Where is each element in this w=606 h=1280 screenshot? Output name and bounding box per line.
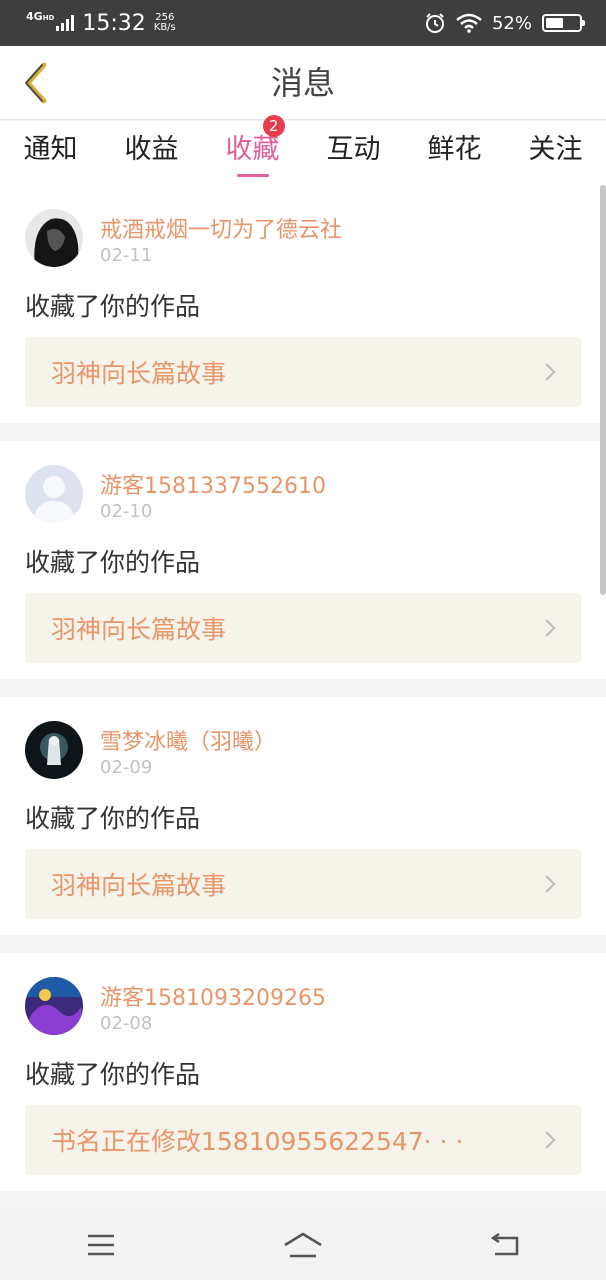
wifi-icon (456, 13, 482, 33)
alarm-icon (425, 13, 444, 33)
status-bar: 4GHD 15:32 256 KB/s 52% (0, 0, 606, 46)
battery-icon (542, 14, 585, 32)
header: 消息 (0, 46, 606, 120)
work-link[interactable]: 羽神向长篇故事 (25, 593, 581, 663)
username[interactable]: 游客1581337552610 (100, 468, 326, 500)
action-text: 收藏了你的作品 (25, 548, 201, 577)
timestamp: 02-08 (100, 1013, 153, 1034)
signal-icon (56, 15, 75, 31)
back-button[interactable] (10, 56, 60, 110)
timestamp: 02-10 (100, 501, 153, 522)
avatar[interactable] (25, 465, 83, 523)
timestamp: 02-11 (100, 245, 153, 266)
work-link[interactable]: 书名正在修改15810955622547· · · (25, 1105, 581, 1175)
chevron-right-icon (538, 619, 556, 637)
chevron-right-icon (538, 363, 556, 381)
list-item: 游客1581093209265 02-08 收藏了你的作品 书名正在修改1581… (0, 953, 606, 1191)
work-title: 羽神向长篇故事 (51, 615, 227, 644)
work-link[interactable]: 羽神向长篇故事 (25, 849, 581, 919)
chevron-left-icon (25, 62, 47, 104)
tab-favorites[interactable]: 收藏 2 (202, 115, 303, 185)
system-nav-bar (0, 1210, 606, 1280)
list-item: 雪梦冰曦（羽曦） 02-09 收藏了你的作品 羽神向长篇故事 (0, 697, 606, 935)
avatar[interactable] (25, 721, 83, 779)
work-title: 羽神向长篇故事 (51, 871, 227, 900)
message-list[interactable]: 戒酒戒烟一切为了德云社 02-11 收藏了你的作品 羽神向长篇故事 游客1581… (0, 185, 606, 1210)
username[interactable]: 戒酒戒烟一切为了德云社 (100, 212, 342, 244)
clock: 15:32 (82, 10, 146, 36)
tab-flowers[interactable]: 鲜花 (404, 121, 505, 185)
action-text: 收藏了你的作品 (25, 292, 201, 321)
action-text: 收藏了你的作品 (25, 804, 201, 833)
tab-follows[interactable]: 关注 (505, 121, 606, 185)
timestamp: 02-09 (100, 757, 153, 778)
work-link[interactable]: 羽神向长篇故事 (25, 337, 581, 407)
home-icon (284, 1232, 322, 1258)
back-nav-button[interactable] (465, 1215, 545, 1275)
network-type: 4GHD (26, 9, 55, 23)
page-title: 消息 (270, 64, 335, 102)
unread-badge: 2 (262, 115, 285, 137)
chevron-right-icon (538, 875, 556, 893)
tab-bar: 通知 收益 收藏 2 互动 鲜花 关注 (0, 115, 606, 185)
tab-notifications[interactable]: 通知 (0, 121, 101, 185)
battery-percent: 52% (491, 12, 532, 34)
work-title: 羽神向长篇故事 (51, 359, 227, 388)
avatar[interactable] (25, 977, 83, 1035)
action-text: 收藏了你的作品 (25, 1060, 201, 1089)
scrollbar[interactable] (600, 185, 606, 595)
username[interactable]: 雪梦冰曦（羽曦） (100, 724, 276, 756)
list-item: 戒酒戒烟一切为了德云社 02-11 收藏了你的作品 羽神向长篇故事 (0, 185, 606, 423)
list-item: 游客1581337552610 02-10 收藏了你的作品 羽神向长篇故事 (0, 441, 606, 679)
tab-interactions[interactable]: 互动 (303, 121, 404, 185)
home-button[interactable] (263, 1215, 343, 1275)
username[interactable]: 游客1581093209265 (100, 980, 326, 1012)
menu-button[interactable] (61, 1215, 141, 1275)
back-arrow-icon (490, 1232, 519, 1256)
menu-icon (88, 1234, 114, 1256)
network-speed: 256 KB/s (153, 12, 176, 33)
chevron-right-icon (538, 1131, 556, 1149)
avatar[interactable] (25, 209, 83, 267)
work-title: 书名正在修改15810955622547· · · (51, 1127, 464, 1156)
tab-earnings[interactable]: 收益 (101, 121, 202, 185)
